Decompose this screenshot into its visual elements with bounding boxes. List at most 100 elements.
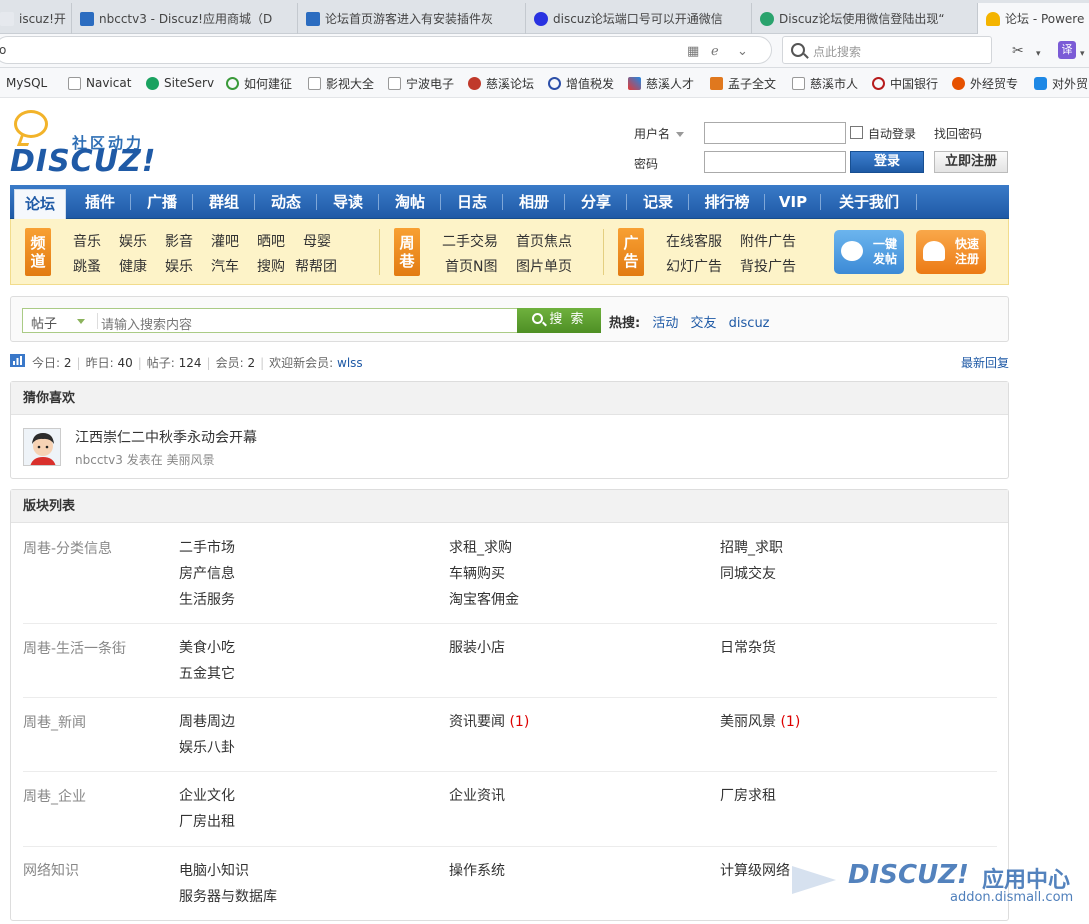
recommend-thread-link[interactable]: 江西崇仁二中秋季永动会开幕 xyxy=(75,427,257,447)
quick-link[interactable]: 娱乐 xyxy=(165,256,193,276)
forum-link[interactable]: 同城交友 xyxy=(720,563,776,583)
hot-search-link[interactable]: discuz xyxy=(729,316,770,331)
quick-link[interactable]: 跳蚤 xyxy=(73,256,101,276)
author-link[interactable]: nbcctv3 xyxy=(75,453,123,467)
quick-link[interactable]: 健康 xyxy=(119,256,147,276)
quick-link[interactable]: 搜购 xyxy=(257,256,285,276)
quick-link[interactable]: 帮帮团 xyxy=(295,256,337,276)
nav-item-share[interactable]: 分享 xyxy=(566,185,626,219)
url-input[interactable]: o ▦ ℯ ⌄ xyxy=(0,36,772,64)
forum-group-name[interactable]: 周巷-生活一条街 xyxy=(23,638,126,658)
bookmark-item[interactable]: 对外贸 xyxy=(1034,75,1089,91)
bookmark-item[interactable]: 外经贸专 xyxy=(952,75,1024,91)
bookmark-item[interactable]: 慈溪市人 xyxy=(792,75,860,91)
chevron-down-icon[interactable]: ▾ xyxy=(1036,46,1041,62)
hot-search-link[interactable]: 交友 xyxy=(691,316,717,331)
auto-login-label[interactable]: 自动登录 xyxy=(868,125,916,142)
bookmark-item[interactable]: 慈溪人才 xyxy=(628,75,700,91)
bookmark-item[interactable]: 慈溪论坛 xyxy=(468,75,540,91)
forum-link[interactable]: 操作系统 xyxy=(449,860,505,880)
quick-link[interactable]: 母婴 xyxy=(303,231,331,251)
password-input[interactable] xyxy=(704,151,846,173)
bookmark-item[interactable]: 孟子全文 xyxy=(710,75,782,91)
nav-item-vip[interactable]: VIP xyxy=(766,185,820,219)
avatar[interactable] xyxy=(23,428,61,466)
nav-item-blog[interactable]: 日志 xyxy=(442,185,502,219)
forum-link[interactable]: 日常杂货 xyxy=(720,637,776,657)
nav-item-about[interactable]: 关于我们 xyxy=(822,185,916,219)
quick-link[interactable]: 附件广告 xyxy=(740,231,796,251)
forum-link[interactable]: 企业文化 xyxy=(179,785,235,805)
quick-link[interactable]: 首页焦点 xyxy=(516,231,572,251)
quick-link[interactable]: 首页N图 xyxy=(445,256,497,276)
bookmark-item[interactable]: 增值税发 xyxy=(548,75,620,91)
forum-group-name[interactable]: 周巷_新闻 xyxy=(23,712,86,732)
bookmark-item[interactable]: 影视大全 xyxy=(308,75,380,91)
bookmark-item[interactable]: MySQL xyxy=(6,75,62,91)
nav-item-collection[interactable]: 淘帖 xyxy=(380,185,440,219)
quick-post-button[interactable]: 一键发帖 xyxy=(834,230,904,274)
browser-tab[interactable]: Discuz论坛使用微信登陆出现“ xyxy=(752,3,978,34)
bookmark-item[interactable]: Navicat xyxy=(68,75,134,91)
translate-icon[interactable]: 译 xyxy=(1058,41,1076,59)
forum-link-with-count[interactable]: 美丽风景 (1) xyxy=(720,711,800,731)
forum-link[interactable]: 生活服务 xyxy=(179,589,235,609)
chevron-down-icon[interactable]: ⌄ xyxy=(737,45,748,59)
quick-link[interactable]: 二手交易 xyxy=(442,231,498,251)
bookmark-item[interactable]: SiteServ xyxy=(146,75,214,91)
forum-link[interactable]: 房产信息 xyxy=(179,563,235,583)
forum-link[interactable]: 服务器与数据库 xyxy=(179,886,277,906)
quick-link[interactable]: 幻灯广告 xyxy=(666,256,722,276)
nav-item-record[interactable]: 记录 xyxy=(628,185,688,219)
search-type-select[interactable]: 帖子 xyxy=(31,313,57,332)
bookmark-item[interactable]: 中国银行 xyxy=(872,75,944,91)
quick-link[interactable]: 影音 xyxy=(165,231,193,251)
forum-group-name[interactable]: 网络知识 xyxy=(23,860,79,880)
forum-link[interactable]: 淘宝客佣金 xyxy=(449,589,519,609)
browser-tab-active[interactable]: 论坛 - Powere xyxy=(978,3,1089,34)
forum-link[interactable]: 计算级网络 xyxy=(720,860,790,880)
scissors-icon[interactable]: ✂ xyxy=(1012,43,1024,59)
nav-item-feed[interactable]: 动态 xyxy=(256,185,316,219)
username-input[interactable] xyxy=(704,122,846,144)
forum-link[interactable]: 厂房出租 xyxy=(179,811,235,831)
forum-link[interactable]: 电脑小知识 xyxy=(179,860,249,880)
quick-link[interactable]: 音乐 xyxy=(73,231,101,251)
nav-item-ranking[interactable]: 排行榜 xyxy=(690,185,764,219)
site-logo[interactable]: 社区动力 DISCUZ! xyxy=(10,108,160,180)
nav-item-forum[interactable]: 论坛 xyxy=(14,189,66,219)
search-button[interactable]: 搜 索 xyxy=(517,308,601,333)
forum-link[interactable]: 二手市场 xyxy=(179,537,235,557)
bookmark-item[interactable]: 如何建征 xyxy=(226,75,298,91)
browser-tab[interactable]: iscuz!开 xyxy=(0,3,72,34)
nav-item-plugin[interactable]: 插件 xyxy=(70,185,130,219)
forum-link[interactable]: 美食小吃 xyxy=(179,637,235,657)
hot-search-link[interactable]: 活动 xyxy=(652,316,678,331)
nav-item-broadcast[interactable]: 广播 xyxy=(132,185,192,219)
nav-item-group[interactable]: 群组 xyxy=(194,185,254,219)
nav-item-album[interactable]: 相册 xyxy=(504,185,564,219)
quick-link[interactable]: 汽车 xyxy=(211,256,239,276)
latest-reply-link[interactable]: 最新回复 xyxy=(961,354,1009,371)
forum-link[interactable]: 车辆购买 xyxy=(449,563,505,583)
new-member-link[interactable]: wlss xyxy=(337,356,363,370)
forum-link[interactable]: 五金其它 xyxy=(179,663,235,683)
forum-link[interactable]: 企业资讯 xyxy=(449,785,505,805)
forum-link[interactable]: 服装小店 xyxy=(449,637,505,657)
quick-link[interactable]: 在线客服 xyxy=(666,231,722,251)
forum-group-name[interactable]: 周巷_企业 xyxy=(23,786,86,806)
browser-tab[interactable]: discuz论坛端口号可以开通微信 xyxy=(526,3,752,34)
forum-link[interactable]: 周巷周边 xyxy=(179,711,235,731)
quick-link[interactable]: 娱乐 xyxy=(119,231,147,251)
quick-link[interactable]: 背投广告 xyxy=(740,256,796,276)
ie-compat-icon[interactable]: ℯ xyxy=(711,45,719,59)
nav-item-guide[interactable]: 导读 xyxy=(318,185,378,219)
forum-link-with-count[interactable]: 资讯要闻 (1) xyxy=(449,711,529,731)
forum-link[interactable]: 美丽风景 xyxy=(167,453,215,467)
browser-search-input[interactable]: 点此搜索 xyxy=(782,36,992,64)
forum-link[interactable]: 招聘_求职 xyxy=(720,537,783,557)
quick-link[interactable]: 晒吧 xyxy=(257,231,285,251)
username-label[interactable]: 用户名 xyxy=(634,125,685,142)
chevron-down-icon[interactable]: ▾ xyxy=(1080,46,1085,62)
quick-link[interactable]: 灌吧 xyxy=(211,231,239,251)
